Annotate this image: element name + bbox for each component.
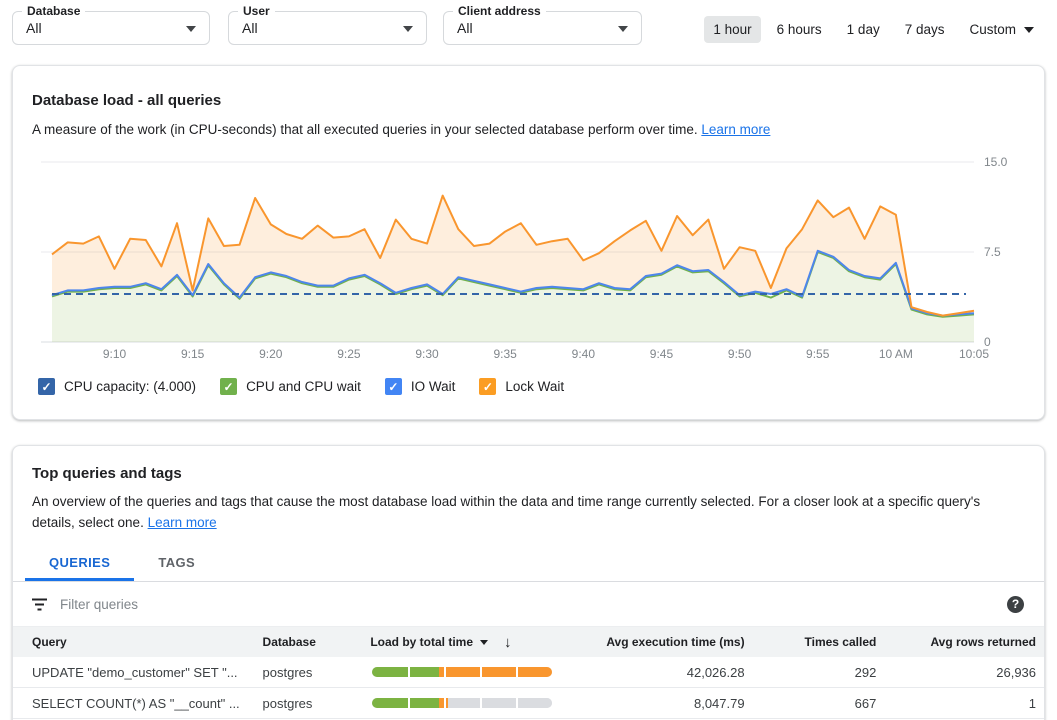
column-header-query: Query (32, 635, 263, 649)
svg-text:9:55: 9:55 (806, 347, 830, 361)
legend-io-wait[interactable]: ✓ IO Wait (385, 378, 456, 395)
learn-more-link[interactable]: Learn more (701, 122, 770, 137)
column-header-load-by-total-time[interactable]: Load by total time ↓ (370, 634, 570, 651)
database-filter-label: Database (22, 4, 85, 19)
avg-rows-returned-cell: 26,936 (876, 665, 1036, 680)
time-range-custom[interactable]: Custom (960, 16, 1043, 43)
client-address-filter-label: Client address (453, 4, 546, 19)
queries-card-title: Top queries and tags (32, 465, 1025, 482)
legend-cpu-capacity[interactable]: ✓ CPU capacity: (4.000) (38, 378, 196, 395)
chevron-down-icon (480, 640, 488, 645)
time-range-6-hours[interactable]: 6 hours (768, 16, 831, 43)
chevron-down-icon (186, 26, 196, 32)
user-filter-value: All (242, 20, 258, 36)
times-called-cell: 292 (745, 665, 877, 680)
avg-execution-time-cell: 8,047.79 (570, 696, 745, 711)
column-header-times-called[interactable]: Times called (745, 635, 877, 649)
database-filter-value: All (26, 20, 42, 36)
svg-text:9:45: 9:45 (650, 347, 674, 361)
filter-bar: Database All User All Client address All… (0, 0, 1057, 65)
svg-text:15.0: 15.0 (984, 155, 1008, 169)
table-row[interactable]: SELECT COUNT(*) AS "__count" ... postgre… (13, 688, 1044, 719)
legend-cpu-and-cpu-wait-label: CPU and CPU wait (246, 379, 361, 394)
filter-list-icon (32, 598, 47, 611)
column-header-avg-execution-time[interactable]: Avg execution time (ms) (570, 635, 745, 649)
top-queries-card: Top queries and tags An overview of the … (12, 445, 1045, 720)
user-filter-select[interactable]: User All (228, 11, 427, 45)
sort-descending-icon: ↓ (504, 634, 512, 651)
time-range-1-day[interactable]: 1 day (838, 16, 889, 43)
checkbox-checked-icon: ✓ (38, 378, 55, 395)
learn-more-link[interactable]: Learn more (148, 515, 217, 530)
chart-legend: ✓ CPU capacity: (4.000) ✓ CPU and CPU wa… (38, 378, 564, 395)
client-address-filter-value: All (457, 20, 473, 36)
svg-text:7.5: 7.5 (984, 245, 1001, 259)
client-address-filter-select[interactable]: Client address All (443, 11, 642, 45)
tabs: QUERIES TAGS (13, 546, 1044, 582)
svg-text:9:20: 9:20 (259, 347, 283, 361)
checkbox-checked-icon: ✓ (479, 378, 496, 395)
times-called-cell: 667 (745, 696, 877, 711)
svg-text:9:35: 9:35 (494, 347, 518, 361)
svg-text:9:10: 9:10 (103, 347, 127, 361)
svg-text:10:05: 10:05 (959, 347, 989, 361)
database-filter-select[interactable]: Database All (12, 11, 210, 45)
load-bar-cell (370, 698, 570, 708)
svg-text:9:40: 9:40 (572, 347, 596, 361)
query-cell: SELECT COUNT(*) AS "__count" ... (32, 696, 263, 711)
svg-text:9:30: 9:30 (415, 347, 439, 361)
filter-queries-input[interactable] (60, 597, 1007, 612)
load-card-description-text: A measure of the work (in CPU-seconds) t… (32, 122, 698, 137)
database-load-chart: 9:10 9:15 9:20 9:25 9:30 9:35 9:40 9:45 9:50 9:55… (13, 141, 1044, 369)
load-card-title: Database load - all queries (32, 92, 221, 109)
load-bar-cell (370, 667, 570, 677)
chevron-down-icon (618, 26, 628, 32)
legend-cpu-and-cpu-wait[interactable]: ✓ CPU and CPU wait (220, 378, 361, 395)
svg-text:0: 0 (984, 335, 991, 349)
svg-text:9:15: 9:15 (181, 347, 205, 361)
time-range-custom-label: Custom (969, 22, 1016, 37)
avg-execution-time-cell: 42,026.28 (570, 665, 745, 680)
time-range-1-hour[interactable]: 1 hour (704, 16, 760, 43)
time-range-selector: 1 hour 6 hours 1 day 7 days Custom (704, 16, 1043, 43)
database-load-card: Database load - all queries A measure of… (12, 65, 1045, 420)
user-filter-label: User (238, 4, 275, 19)
load-card-description: A measure of the work (in CPU-seconds) t… (32, 119, 770, 140)
help-icon[interactable]: ? (1007, 596, 1024, 613)
queries-card-description: An overview of the queries and tags that… (32, 491, 1025, 533)
avg-rows-returned-cell: 1 (876, 696, 1036, 711)
load-bar (372, 667, 552, 677)
load-bar (372, 698, 552, 708)
svg-text:10 AM: 10 AM (879, 347, 913, 361)
checkbox-checked-icon: ✓ (385, 378, 402, 395)
tab-queries[interactable]: QUERIES (25, 546, 134, 581)
table-row[interactable]: UPDATE "demo_customer" SET "... postgres… (13, 657, 1044, 688)
database-cell: postgres (263, 696, 371, 711)
database-cell: postgres (263, 665, 371, 680)
svg-text:9:25: 9:25 (337, 347, 361, 361)
legend-lock-wait[interactable]: ✓ Lock Wait (479, 378, 564, 395)
query-cell: UPDATE "demo_customer" SET "... (32, 665, 263, 680)
chevron-down-icon (1024, 27, 1034, 33)
load-metric-label: Load by total time (370, 635, 473, 649)
column-header-avg-rows-returned[interactable]: Avg rows returned (876, 635, 1036, 649)
tab-tags[interactable]: TAGS (134, 546, 219, 581)
chevron-down-icon (403, 26, 413, 32)
legend-io-wait-label: IO Wait (411, 379, 456, 394)
filter-row: ? (13, 582, 1044, 627)
checkbox-checked-icon: ✓ (220, 378, 237, 395)
column-header-database: Database (263, 635, 371, 649)
legend-cpu-capacity-label: CPU capacity: (4.000) (64, 379, 196, 394)
time-range-7-days[interactable]: 7 days (896, 16, 954, 43)
table-header: Query Database Load by total time ↓ Avg … (13, 627, 1044, 657)
svg-text:9:50: 9:50 (728, 347, 752, 361)
legend-lock-wait-label: Lock Wait (505, 379, 564, 394)
